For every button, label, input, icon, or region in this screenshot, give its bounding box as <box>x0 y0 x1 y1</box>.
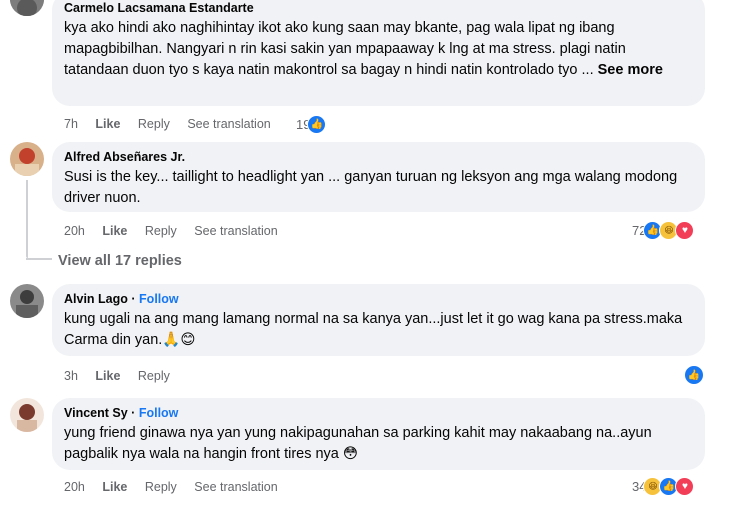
reaction-summary[interactable]: 72 👍 😆 ♥ <box>632 220 695 240</box>
like-button[interactable]: Like <box>102 480 127 494</box>
comment-author[interactable]: Alfred Abseñares Jr. <box>64 149 693 165</box>
comment-author-line: Vincent Sy · Follow <box>64 405 693 421</box>
comment-bubble: Carmelo Lacsamana Estandarte kya ako hin… <box>52 0 705 106</box>
comment-time[interactable]: 20h <box>64 480 85 494</box>
separator: · <box>131 406 136 420</box>
view-replies-link[interactable]: View all 17 replies <box>58 253 182 269</box>
avatar[interactable] <box>10 142 44 176</box>
avatar-image <box>10 284 44 318</box>
thread-line <box>26 258 52 260</box>
comment-actions: 20h Like Reply See translation <box>64 479 292 495</box>
comment-text: kya ako hindi ako naghihintay ikot ako k… <box>64 18 693 81</box>
reaction-summary[interactable]: 👍 <box>682 365 704 385</box>
avatar-image <box>10 142 44 176</box>
see-more-link[interactable]: See more <box>598 62 663 78</box>
like-icon: 👍 <box>684 365 704 385</box>
see-translation-link[interactable]: See translation <box>187 117 270 131</box>
comment-author-line: Alvin Lago · Follow <box>64 291 693 307</box>
comment-time[interactable]: 7h <box>64 117 78 131</box>
reply-button[interactable]: Reply <box>145 224 177 238</box>
reply-button[interactable]: Reply <box>145 480 177 494</box>
thread-line <box>26 180 28 258</box>
reply-button[interactable]: Reply <box>138 117 170 131</box>
love-icon: ♥ <box>675 476 695 496</box>
like-button[interactable]: Like <box>95 117 120 131</box>
follow-button[interactable]: Follow <box>139 406 179 420</box>
comment-bubble: Vincent Sy · Follow yung friend ginawa n… <box>52 398 705 470</box>
like-icon: 👍 <box>307 114 327 134</box>
see-translation-link[interactable]: See translation <box>194 480 277 494</box>
avatar[interactable] <box>10 0 44 16</box>
comment-bubble: Alvin Lago · Follow kung ugali na ang ma… <box>52 284 705 356</box>
comment-bubble: Alfred Abseñares Jr. Susi is the key... … <box>52 142 705 212</box>
follow-button[interactable]: Follow <box>139 292 179 306</box>
see-translation-link[interactable]: See translation <box>194 224 277 238</box>
love-icon: ♥ <box>675 220 695 240</box>
comment-time[interactable]: 3h <box>64 369 78 383</box>
comment-author[interactable]: Carmelo Lacsamana Estandarte <box>64 0 693 16</box>
avatar[interactable] <box>10 398 44 432</box>
comment-actions: 3h Like Reply <box>64 368 184 384</box>
avatar-image <box>10 0 44 16</box>
like-button[interactable]: Like <box>95 369 120 383</box>
avatar-image <box>10 398 44 432</box>
comment-time[interactable]: 20h <box>64 224 85 238</box>
reply-button[interactable]: Reply <box>138 369 170 383</box>
comment-author[interactable]: Vincent Sy <box>64 406 128 420</box>
like-button[interactable]: Like <box>102 224 127 238</box>
reaction-summary[interactable]: 19 👍 <box>296 114 327 134</box>
comment-text-body: kya ako hindi ako naghihintay ikot ako k… <box>64 20 626 78</box>
reaction-summary[interactable]: 34 😆 👍 ♥ <box>632 476 695 496</box>
comment-author[interactable]: Alvin Lago <box>64 292 128 306</box>
comment-text: kung ugali na ang mang lamang normal na … <box>64 311 683 348</box>
comment-actions: 7h Like Reply See translation <box>64 116 285 132</box>
separator: · <box>131 292 136 306</box>
comment-text: Susi is the key... taillight to headligh… <box>64 169 678 206</box>
comment-text: yung friend ginawa nya yan yung nakipagu… <box>64 425 652 462</box>
comment-actions: 20h Like Reply See translation <box>64 223 292 239</box>
avatar[interactable] <box>10 284 44 318</box>
